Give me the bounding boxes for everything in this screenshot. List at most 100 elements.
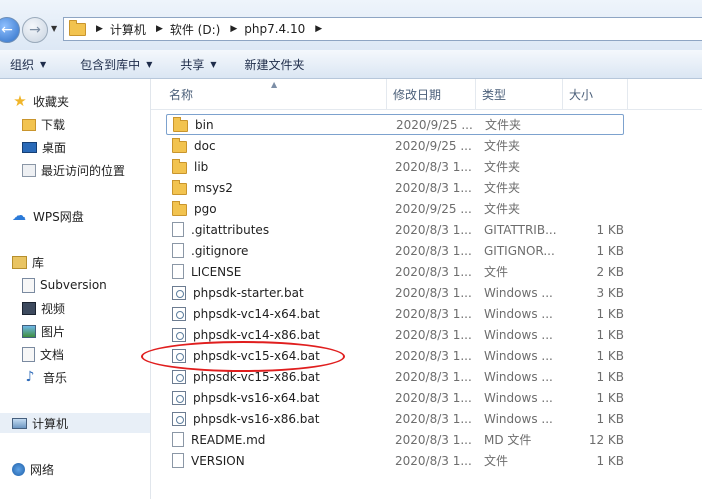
file-size: 12 KB bbox=[588, 432, 624, 447]
nav-desktop[interactable]: 桌面 bbox=[22, 137, 66, 157]
file-date: 2020/9/25 ... bbox=[395, 138, 472, 153]
back-button[interactable]: ← bbox=[0, 17, 20, 43]
table-row[interactable]: phpsdk-vc14-x86.bat 2020/8/3 1... Windows … bbox=[166, 324, 624, 345]
file-date: 2020/8/3 1... bbox=[395, 159, 472, 174]
chevron-right-icon[interactable]: ▶ bbox=[315, 24, 322, 34]
subversion-library-icon bbox=[22, 277, 35, 293]
file-type: Windows ... bbox=[484, 369, 553, 384]
file-date: 2020/8/3 1... bbox=[395, 348, 472, 363]
file-name: phpsdk-vc14-x86.bat bbox=[172, 327, 320, 342]
nav-subversion[interactable]: Subversion bbox=[22, 275, 107, 295]
nav-network[interactable]: 网络 bbox=[12, 459, 54, 479]
file-date: 2020/8/3 1... bbox=[395, 243, 472, 258]
batch-file-icon bbox=[172, 369, 186, 384]
table-row[interactable]: README.md 2020/8/3 1... MD 文件 12 KB bbox=[166, 429, 624, 450]
file-type: 文件夹 bbox=[484, 202, 521, 216]
table-row[interactable]: phpsdk-vs16-x86.bat 2020/8/3 1... Windows … bbox=[166, 408, 624, 429]
arrow-right-icon: → bbox=[29, 22, 41, 38]
file-name: msys2 bbox=[172, 179, 233, 195]
file-size: 1 KB bbox=[596, 243, 624, 258]
table-row[interactable]: phpsdk-vc15-x86.bat 2020/8/3 1... Windows … bbox=[166, 366, 624, 387]
file-icon bbox=[172, 432, 184, 447]
recent-pages-dropdown[interactable]: ▼ bbox=[51, 24, 57, 33]
column-date-modified[interactable]: 修改日期 bbox=[387, 79, 476, 109]
nav-downloads[interactable]: 下载 bbox=[22, 114, 65, 134]
file-type: 文件夹 bbox=[484, 139, 521, 153]
table-row[interactable]: msys2 2020/8/3 1... 文件夹 bbox=[166, 177, 624, 198]
file-size: 1 KB bbox=[596, 453, 624, 468]
nav-libraries[interactable]: 库 bbox=[12, 252, 44, 272]
nav-pictures[interactable]: 图片 bbox=[22, 321, 65, 341]
nav-wps-cloud[interactable]: ☁ WPS网盘 bbox=[12, 206, 84, 226]
folder-icon bbox=[172, 158, 187, 174]
network-icon bbox=[12, 462, 25, 476]
chevron-right-icon[interactable]: ▶ bbox=[156, 24, 163, 34]
file-type: Windows ... bbox=[484, 285, 553, 300]
music-note-icon: ♪ bbox=[25, 369, 35, 385]
file-icon bbox=[172, 243, 184, 258]
batch-file-icon bbox=[172, 411, 186, 426]
share-button[interactable]: 共享 ▼ bbox=[170, 56, 226, 73]
file-type: Windows ... bbox=[484, 306, 553, 321]
table-row[interactable]: pgo 2020/9/25 ... 文件夹 bbox=[166, 198, 624, 219]
nav-computer[interactable]: 计算机 bbox=[0, 413, 150, 433]
column-type[interactable]: 类型 bbox=[476, 79, 563, 109]
file-type: 文件 bbox=[484, 265, 509, 279]
table-row[interactable]: .gitattributes 2020/8/3 1... GITATTRIB... 1… bbox=[166, 219, 624, 240]
chevron-right-icon[interactable]: ▶ bbox=[96, 24, 103, 34]
file-date: 2020/8/3 1... bbox=[395, 390, 472, 405]
table-row[interactable]: phpsdk-starter.bat 2020/8/3 1... Windows .… bbox=[166, 282, 624, 303]
file-type: Windows ... bbox=[484, 411, 553, 426]
file-date: 2020/8/3 1... bbox=[395, 180, 472, 195]
file-date: 2020/8/3 1... bbox=[395, 432, 472, 447]
file-size: 1 KB bbox=[596, 222, 624, 237]
breadcrumb-drive-d[interactable]: 软件 (D:) bbox=[170, 21, 220, 38]
include-in-library-button[interactable]: 包含到库中 ▼ bbox=[70, 56, 162, 73]
address-bar: ← → ▼ ▶ 计算机 ▶ 软件 (D:) ▶ php7.4.10 ▶ bbox=[0, 0, 702, 50]
file-icon bbox=[172, 453, 184, 468]
file-date: 2020/8/3 1... bbox=[395, 285, 472, 300]
table-row[interactable]: phpsdk-vc14-x64.bat 2020/8/3 1... Windows … bbox=[166, 303, 624, 324]
table-row[interactable]: phpsdk-vs16-x64.bat 2020/8/3 1... Windows … bbox=[166, 387, 624, 408]
file-size: 2 KB bbox=[596, 264, 624, 279]
organize-button[interactable]: 组织 ▼ bbox=[0, 56, 56, 73]
table-row[interactable]: VERSION 2020/8/3 1... 文件 1 KB bbox=[166, 450, 624, 471]
file-type: GITIGNOR... bbox=[484, 243, 555, 258]
file-type: 文件夹 bbox=[484, 181, 521, 195]
nav-documents[interactable]: 文档 bbox=[22, 344, 64, 364]
new-folder-button[interactable]: 新建文件夹 bbox=[235, 56, 315, 73]
column-size[interactable]: 大小 bbox=[563, 79, 628, 109]
breadcrumb-computer[interactable]: 计算机 bbox=[110, 21, 146, 38]
path-box[interactable]: ▶ 计算机 ▶ 软件 (D:) ▶ php7.4.10 ▶ bbox=[63, 17, 702, 41]
table-row[interactable]: .gitignore 2020/8/3 1... GITIGNOR... 1 KB bbox=[166, 240, 624, 261]
folder-icon bbox=[173, 116, 188, 132]
nav-videos[interactable]: 视频 bbox=[22, 298, 65, 318]
nav-music[interactable]: ♪ 音乐 bbox=[22, 367, 67, 387]
nav-favorites[interactable]: ★ 收藏夹 bbox=[12, 91, 69, 111]
table-row[interactable]: doc 2020/9/25 ... 文件夹 bbox=[166, 135, 624, 156]
star-icon: ★ bbox=[13, 92, 27, 110]
library-icon bbox=[12, 255, 27, 269]
table-row[interactable]: phpsdk-vc15-x64.bat 2020/8/3 1... Windows … bbox=[166, 345, 624, 366]
forward-button[interactable]: → bbox=[22, 17, 48, 43]
breadcrumb-php-folder[interactable]: php7.4.10 bbox=[244, 22, 305, 36]
file-size: 1 KB bbox=[596, 327, 624, 342]
table-row[interactable]: lib 2020/8/3 1... 文件夹 bbox=[166, 156, 624, 177]
nav-recent-places[interactable]: 最近访问的位置 bbox=[22, 160, 125, 180]
file-size: 1 KB bbox=[596, 411, 624, 426]
chevron-right-icon[interactable]: ▶ bbox=[230, 24, 237, 34]
downloads-folder-icon bbox=[22, 119, 36, 131]
file-type: MD 文件 bbox=[484, 433, 532, 447]
folder-icon bbox=[69, 19, 86, 36]
table-row[interactable]: LICENSE 2020/8/3 1... 文件 2 KB bbox=[166, 261, 624, 282]
file-size: 1 KB bbox=[596, 390, 624, 405]
recent-places-icon bbox=[22, 163, 36, 177]
cloud-icon: ☁ bbox=[12, 208, 26, 224]
file-name: phpsdk-vc14-x64.bat bbox=[172, 306, 320, 321]
column-name[interactable]: 名称 bbox=[163, 79, 387, 109]
navigation-pane: ★ 收藏夹 下载 桌面 最近访问的位置 ☁ WPS网盘 库 Subversion 视… bbox=[0, 79, 151, 499]
video-icon bbox=[22, 301, 36, 315]
column-header-row: ▲ 名称 修改日期 类型 大小 bbox=[151, 79, 702, 110]
file-name: phpsdk-vs16-x64.bat bbox=[172, 390, 319, 405]
table-row[interactable]: bin 2020/9/25 ... 文件夹 bbox=[166, 114, 624, 135]
